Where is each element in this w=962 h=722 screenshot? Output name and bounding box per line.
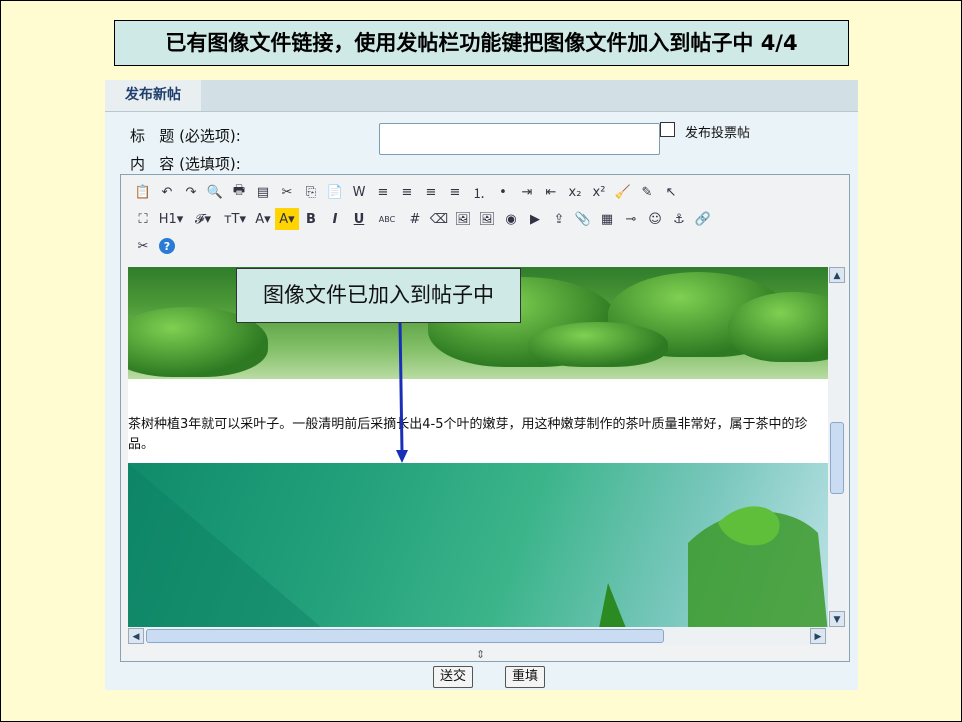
- rich-text-editor: 📋 ↶ ↷ 🔍 🖶 ▤ ✂ ⎘ 📄 W ≡ ≡ ≡ ≡ ⒈ • ⇥ ⇤ x₂ x² 🧹 ✎ ↖ ⛶ H1▾ 𝓕▾ тT▾ A▾ A▾ B…: [120, 174, 850, 662]
- vertical-scroll-thumb[interactable]: [830, 422, 844, 494]
- poll-label: 发布投票帖: [685, 126, 751, 141]
- vertical-scrollbar[interactable]: ▲ ▼: [828, 267, 846, 627]
- paste-icon[interactable]: 📋: [131, 181, 155, 203]
- horizontal-scroll-thumb[interactable]: [146, 629, 664, 643]
- hedge-shape: [528, 322, 668, 367]
- eraser-icon[interactable]: ⌫: [427, 208, 451, 230]
- clear-format-icon[interactable]: 🧹: [611, 181, 635, 203]
- title-input[interactable]: [379, 123, 660, 155]
- superscript-icon[interactable]: x²: [587, 181, 611, 203]
- toolbar-row-1: 📋 ↶ ↷ 🔍 🖶 ▤ ✂ ⎘ 📄 W ≡ ≡ ≡ ≡ ⒈ • ⇥ ⇤ x₂ x² 🧹 ✎ ↖: [131, 181, 683, 203]
- link-icon[interactable]: 🔗: [691, 208, 715, 230]
- multi-image-icon[interactable]: 🖼: [475, 208, 499, 230]
- align-left-icon[interactable]: ≡: [371, 181, 395, 203]
- undo-icon[interactable]: ↶: [155, 181, 179, 203]
- bold-button[interactable]: B: [299, 208, 323, 230]
- outdent-icon[interactable]: ⇤: [539, 181, 563, 203]
- tab-bar: 发布新帖: [105, 80, 858, 112]
- media-icon[interactable]: ▶: [523, 208, 547, 230]
- scroll-down-icon[interactable]: ▼: [829, 611, 845, 627]
- preview-icon[interactable]: 🔍: [203, 181, 227, 203]
- fullscreen-icon[interactable]: ⛶: [131, 208, 155, 230]
- anchor-icon[interactable]: ⚓: [667, 208, 691, 230]
- slide-banner: 已有图像文件链接，使用发帖栏功能键把图像文件加入到帖子中 4/4: [114, 20, 849, 66]
- unlink-icon[interactable]: ✂: [131, 235, 155, 257]
- submit-button[interactable]: 送交: [433, 666, 474, 688]
- cut-icon[interactable]: ✂: [275, 181, 299, 203]
- tab-new-post[interactable]: 发布新帖: [105, 80, 201, 111]
- hr-icon[interactable]: #: [403, 208, 427, 230]
- table-icon[interactable]: ▦: [595, 208, 619, 230]
- tea-banner-art: [128, 463, 828, 627]
- heading-button[interactable]: H1▾: [155, 208, 187, 230]
- subscript-icon[interactable]: x₂: [563, 181, 587, 203]
- unordered-list-icon[interactable]: •: [491, 181, 515, 203]
- print-icon[interactable]: 🖶: [227, 181, 251, 203]
- template-icon[interactable]: ▤: [251, 181, 275, 203]
- strikethrough-button[interactable]: ABC: [371, 208, 403, 230]
- toolbar-row-2: ⛶ H1▾ 𝓕▾ тT▾ A▾ A▾ B I U ABC # ⌫ 🖼 🖼 ◉ ▶ ⇪ 📎 ▦ ⊸ ☺ ⚓ 🔗: [131, 208, 715, 230]
- text-color-button[interactable]: A▾: [251, 208, 275, 230]
- post-panel: 发布新帖 标 题 (必选项): 内 容 (选填项): 发布投票帖 📋 ↶ ↷ 🔍 🖶 ▤ ✂…: [105, 80, 858, 690]
- font-size-button[interactable]: тT▾: [219, 208, 251, 230]
- resize-grip-icon[interactable]: ⇕: [476, 648, 485, 661]
- poll-checkbox[interactable]: [660, 122, 675, 137]
- upload-icon[interactable]: ⇪: [547, 208, 571, 230]
- ordered-list-icon[interactable]: ⒈: [467, 181, 491, 203]
- editor-paragraph: 茶树种植3年就可以采叶子。一般清明前后采摘长出4-5个叶的嫩芽，用这种嫩芽制作的…: [128, 417, 808, 452]
- edit-icon[interactable]: ✎: [635, 181, 659, 203]
- indent-icon[interactable]: ⇥: [515, 181, 539, 203]
- paste-word-icon[interactable]: W: [347, 181, 371, 203]
- image-icon[interactable]: 🖼: [451, 208, 475, 230]
- emoticon-icon[interactable]: ☺: [643, 208, 667, 230]
- title-label: 标 题 (必选项):: [130, 127, 241, 145]
- align-center-icon[interactable]: ≡: [395, 181, 419, 203]
- content-label: 内 容 (选填项):: [130, 155, 241, 173]
- select-icon[interactable]: ↖: [659, 181, 683, 203]
- horizontal-scrollbar[interactable]: ◀ ▶: [128, 627, 828, 645]
- help-icon[interactable]: ?: [159, 238, 175, 254]
- annotation-callout: 图像文件已加入到帖子中: [236, 268, 521, 323]
- flash-icon[interactable]: ◉: [499, 208, 523, 230]
- scroll-up-icon[interactable]: ▲: [829, 267, 845, 283]
- inserted-image-tea-banner: [128, 463, 828, 627]
- toolbar-row-3: ✂?: [131, 235, 179, 257]
- reset-button[interactable]: 重填: [505, 666, 546, 688]
- scroll-left-icon[interactable]: ◀: [128, 628, 144, 644]
- copy-icon[interactable]: ⎘: [299, 181, 323, 203]
- justify-icon[interactable]: ≡: [443, 181, 467, 203]
- highlight-color-button[interactable]: A▾: [275, 208, 299, 230]
- insert-hr-icon[interactable]: ⊸: [619, 208, 643, 230]
- underline-button[interactable]: U: [347, 208, 371, 230]
- redo-icon[interactable]: ↷: [179, 181, 203, 203]
- italic-button[interactable]: I: [323, 208, 347, 230]
- font-family-button[interactable]: 𝓕▾: [187, 208, 219, 230]
- align-right-icon[interactable]: ≡: [419, 181, 443, 203]
- paste-text-icon[interactable]: 📄: [323, 181, 347, 203]
- attachment-icon[interactable]: 📎: [571, 208, 595, 230]
- scroll-right-icon[interactable]: ▶: [810, 628, 826, 644]
